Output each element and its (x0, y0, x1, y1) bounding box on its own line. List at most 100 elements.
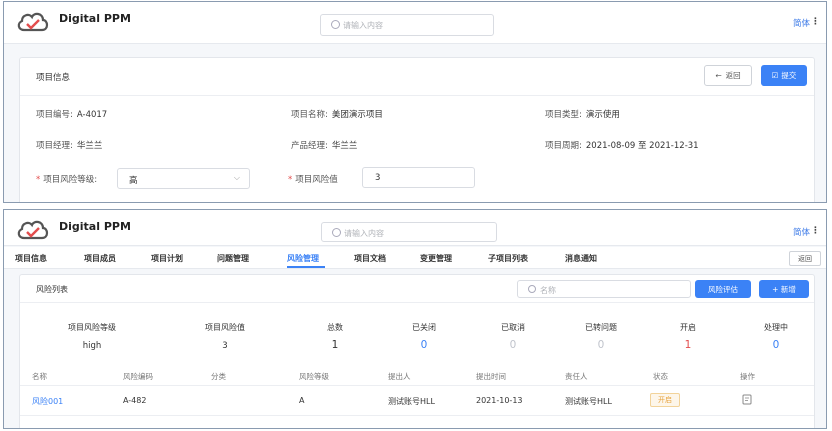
field-label: 项目风险等级: (43, 175, 98, 185)
stat-value: 0 (420, 339, 428, 351)
field-project-code: 项目编号: A-4017 (36, 108, 107, 120)
risk-search-input[interactable]: 名称 (517, 280, 691, 298)
field-project-period: 项目周期: 2021-08-09 至 2021-12-31 (545, 139, 699, 151)
stat-value: 1 (684, 339, 692, 351)
risk-proposer: 测试账号HLL (388, 397, 435, 406)
language-switch[interactable]: 简体 (793, 17, 810, 29)
back-button[interactable]: ← 返回 (704, 65, 752, 86)
risk-management-panel: Digital PPM 请输入内容 简体 ⋮ 项目信息 项目成员 项目计划 问题… (3, 209, 827, 429)
field-label: 项目风险值 (295, 175, 338, 185)
column-header: 风险编码 (123, 372, 153, 381)
tab-subprojects[interactable]: 子项目列表 (488, 253, 528, 264)
tab-risk[interactable]: 风险管理 (287, 253, 319, 264)
divider (20, 95, 814, 96)
risk-level-select[interactable]: 高 ⌵ (117, 168, 250, 189)
field-label: 项目名称: (291, 110, 328, 120)
stat-label: 项目风险值 (205, 323, 245, 332)
column-header: 风险等级 (299, 372, 329, 381)
submit-label: 提交 (781, 71, 797, 80)
stat-value: 0 (772, 339, 780, 351)
top-bar: Digital PPM 请输入内容 简体 ⋮ (4, 2, 826, 44)
chevron-down-icon: ⌵ (233, 173, 240, 182)
tab-members[interactable]: 项目成员 (84, 253, 116, 264)
field-value: A-4017 (76, 110, 108, 120)
divider (20, 415, 814, 416)
column-header: 提出人 (388, 372, 411, 381)
column-header: 分类 (211, 372, 226, 381)
field-label: 产品经理: (291, 141, 328, 151)
search-placeholder: 名称 (540, 286, 556, 295)
stat-value: 0 (597, 339, 605, 351)
project-info-panel: Digital PPM 请输入内容 简体 ⋮ 项目信息 ← 返回 ☑ 提交 项目… (3, 1, 827, 203)
stat-label: 处理中 (764, 323, 788, 332)
risk-evaluate-button[interactable]: 风险评估 (695, 280, 751, 298)
field-value: 演示使用 (585, 110, 620, 120)
column-header: 责任人 (565, 372, 588, 381)
language-switch[interactable]: 简体 (793, 226, 810, 238)
field-label: 项目周期: (545, 141, 582, 151)
arrow-left-icon: ← (715, 71, 722, 80)
stat-value: 3 (222, 341, 228, 351)
field-value: 华兰兰 (331, 141, 358, 151)
add-risk-button[interactable]: + 新增 (759, 280, 809, 298)
tab-changes[interactable]: 变更管理 (420, 253, 452, 264)
tab-notifications[interactable]: 消息通知 (565, 253, 597, 264)
stat-value: 1 (331, 339, 339, 351)
search-placeholder: 请输入内容 (343, 21, 383, 30)
risk-code: A-482 (123, 396, 147, 405)
stat-label: 开启 (680, 323, 696, 332)
field-value: 美团演示项目 (331, 110, 383, 120)
column-header: 状态 (653, 372, 668, 381)
brand-name: Digital PPM (59, 12, 131, 25)
risk-value-input[interactable]: 3 (362, 167, 475, 188)
stat-label: 项目风险等级 (68, 323, 116, 332)
project-tabs: 项目信息 项目成员 项目计划 问题管理 风险管理 项目文档 变更管理 子项目列表… (4, 247, 826, 269)
field-label: 项目类型: (545, 110, 582, 120)
column-header: 操作 (740, 372, 755, 381)
edit-icon[interactable] (742, 394, 752, 405)
field-value: 华兰兰 (76, 141, 103, 151)
required-mark: * (288, 175, 293, 185)
required-mark: * (36, 175, 41, 185)
column-header: 提出时间 (476, 372, 506, 381)
field-risk-value-label: * 项目风险值 (288, 173, 338, 185)
back-button[interactable]: 返回 (789, 251, 821, 266)
project-info-card: 项目信息 ← 返回 ☑ 提交 项目编号: A-4017 项目名称: 美团演示项目 项… (19, 57, 815, 202)
tab-issues[interactable]: 问题管理 (217, 253, 249, 264)
stat-label: 已转问题 (585, 323, 617, 332)
status-badge: 开启 (650, 393, 680, 407)
submit-button[interactable]: ☑ 提交 (761, 65, 807, 86)
brand-name: Digital PPM (59, 220, 131, 233)
field-value: 2021-08-09 至 2021-12-31 (585, 141, 699, 151)
field-label: 项目经理: (36, 141, 73, 151)
more-menu-icon[interactable]: ⋮ (811, 226, 820, 236)
tab-plan[interactable]: 项目计划 (151, 253, 183, 264)
field-project-name: 项目名称: 美团演示项目 (291, 108, 383, 120)
divider (20, 302, 814, 303)
risk-time: 2021-10-13 (476, 396, 523, 405)
search-icon (528, 285, 536, 293)
tab-docs[interactable]: 项目文档 (354, 253, 386, 264)
divider (20, 385, 814, 386)
top-bar: Digital PPM 请输入内容 简体 ⋮ (4, 210, 826, 246)
select-value: 高 (129, 176, 138, 186)
field-product-manager: 产品经理: 华兰兰 (291, 139, 357, 151)
more-menu-icon[interactable]: ⋮ (811, 17, 820, 27)
risk-level: A (299, 396, 305, 405)
field-project-type: 项目类型: 演示使用 (545, 108, 620, 120)
cloud-logo-icon (17, 12, 49, 32)
tab-project-info[interactable]: 项目信息 (15, 253, 47, 264)
risk-name-link[interactable]: 风险001 (32, 396, 63, 407)
field-risk-level-label: * 项目风险等级: (36, 173, 97, 185)
search-input[interactable]: 请输入内容 (320, 14, 494, 36)
risk-owner: 测试账号HLL (565, 397, 612, 406)
search-icon (332, 228, 341, 237)
search-input[interactable]: 请输入内容 (321, 222, 497, 242)
card-title: 项目信息 (36, 73, 71, 83)
search-placeholder: 请输入内容 (344, 229, 384, 238)
stat-label: 总数 (327, 323, 343, 332)
stat-value: 0 (509, 339, 517, 351)
active-tab-indicator (287, 266, 325, 268)
stat-label: 已关闭 (412, 323, 436, 332)
column-header: 名称 (32, 372, 47, 381)
